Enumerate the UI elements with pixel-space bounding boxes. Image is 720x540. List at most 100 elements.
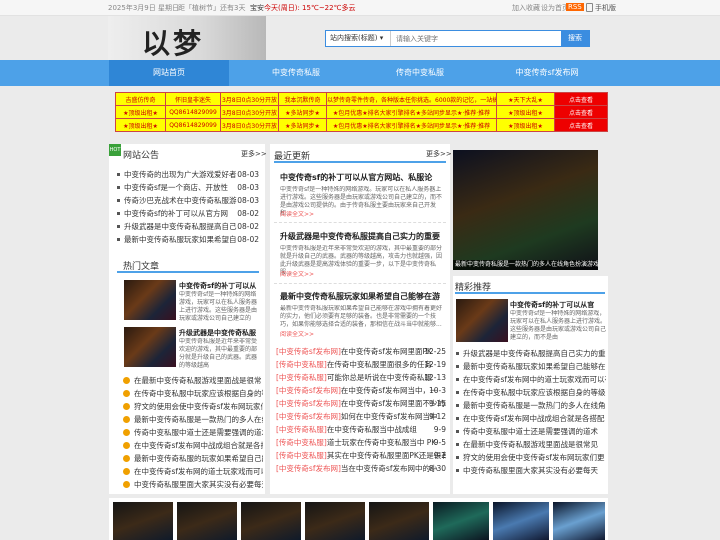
gallery-image[interactable] <box>553 502 605 540</box>
list-item[interactable]: 中变传奇私服里面大家其实没有必要每天 <box>123 478 263 491</box>
ad-cell[interactable]: 点击查看 <box>554 118 608 132</box>
list-item[interactable]: [中变传奇私服]可能你总是听说在中变传奇私服 12-13 <box>276 371 446 384</box>
read-more-link[interactable]: 阅读全文>> <box>280 331 314 339</box>
item-title[interactable]: 在传奇中变私服中玩家应该根据自身的等 <box>134 389 263 398</box>
list-item[interactable]: 升级武器是中变传奇私服提高自己 08-02 <box>117 220 259 233</box>
hot-card-title[interactable]: 中变传奇sf的补丁可以从 <box>179 281 261 291</box>
item-title[interactable]: 最新中变传奇私服玩家如果希望自 <box>124 235 237 244</box>
ad-cell[interactable]: ★包月优惠★排名大家引擎排名★多站同步显示★·推荐·推荐 <box>326 118 497 132</box>
ad-cell[interactable]: 点击查看 <box>554 92 608 106</box>
ad-cell[interactable]: ★顶级出租★ <box>115 105 166 119</box>
gallery-image[interactable] <box>241 502 301 540</box>
item-category[interactable]: [中变传奇sf发布网] <box>276 399 341 408</box>
nav-sf-fabuwang[interactable]: 中变传奇sf发布网 <box>487 60 607 86</box>
featured-card-title[interactable]: 中变传奇sf的补丁可以从官 <box>510 300 606 310</box>
item-category[interactable]: [中变传奇sf发布网] <box>276 464 341 473</box>
list-item[interactable]: 最新中变传奇私服是一款热门的多人在线 <box>123 413 263 426</box>
hot-thumb-2[interactable] <box>124 327 176 367</box>
featured-thumb[interactable] <box>456 299 508 342</box>
news-more-link[interactable]: 更多>> <box>426 149 452 159</box>
item-title[interactable]: 传奇中变私服中道士还是需要强调的道术 <box>134 428 263 437</box>
list-item[interactable]: [传奇中变私服]其实在中变传奇私服里面PK还是很有 9-2 <box>276 449 446 462</box>
item-title[interactable]: 在中变传奇私服当中战成组 <box>327 425 417 434</box>
site-logo[interactable]: 以梦 <box>108 16 266 60</box>
list-item[interactable]: 在最新中变传奇私服游戏里面战是很常 <box>123 374 263 387</box>
ad-cell[interactable]: ★包月优惠★排名大家引擎排名★多站同步显示★·推荐·推荐 <box>326 105 497 119</box>
item-title[interactable]: 在中变传奇sf发布网当中，一 <box>341 386 438 395</box>
list-item[interactable]: 升级武器是中变传奇私服提高自己实力的重 <box>456 347 606 360</box>
item-title[interactable]: 中变传奇私服里面大家其实没有必要每天 <box>463 466 598 475</box>
ad-cell[interactable]: 怀旧皇非迷失 <box>165 92 221 106</box>
ad-cell[interactable]: 以梦传奇零件传奇，各种版本任你挑选。6000款的记忆，一站搞定 <box>326 92 497 106</box>
ad-cell[interactable]: 我本沉默传奇 <box>278 92 327 106</box>
notice-more-link[interactable]: 更多>> <box>241 149 267 159</box>
list-item[interactable]: 传奇中变私服中道士还是需要强调的道术 <box>456 425 606 438</box>
banner-caption[interactable]: 最新中变传奇私服是一款热门的多人在线角色扮演游戏 <box>453 260 598 270</box>
list-item[interactable]: [中变传奇sf发布网]在中变传奇sf发布网当中，一 10-3 <box>276 384 446 397</box>
item-title[interactable]: 升级武器是中变传奇私服提高自己 <box>124 222 237 231</box>
ad-cell[interactable]: QQ8614829099 <box>165 105 221 119</box>
list-item[interactable]: 在中变传奇sf发布网中战成组合就是各搭 <box>123 439 263 452</box>
hot-card-title[interactable]: 升级武器是中变传奇私服 <box>179 328 261 338</box>
item-title[interactable]: 在中变传奇sf发布网中的道士玩家戏而可以有 <box>463 375 606 384</box>
search-button[interactable]: 搜索 <box>561 31 589 46</box>
read-more-link[interactable]: 阅读全文>> <box>280 211 314 219</box>
mobile-link[interactable]: 手机版 <box>595 3 616 13</box>
gallery-image[interactable] <box>305 502 365 540</box>
gallery-image[interactable] <box>113 502 173 540</box>
item-title[interactable]: 最新中变传奇私服玩家如果希望自己能够在 <box>463 362 606 371</box>
item-title[interactable]: 在中变传奇sf发布网中战成组合就是各搭 <box>134 441 263 450</box>
list-item[interactable]: 最新中变传奇私服玩家如果希望自己能够在 <box>456 360 606 373</box>
item-title[interactable]: 中变传奇私服里面大家其实没有必要每天 <box>134 480 263 489</box>
list-item[interactable]: 中变传奇的出现为广大游戏爱好者 08-03 <box>117 168 259 181</box>
item-category[interactable]: [中变传奇sf发布网] <box>276 386 341 395</box>
list-item[interactable]: 传奇沙巴克战术在中变传奇私服游 08-03 <box>117 194 259 207</box>
gallery-image[interactable] <box>177 502 237 540</box>
item-title[interactable]: 在最新中变传奇私服游戏里面战是很常 <box>134 376 262 385</box>
item-category[interactable]: [传奇中变私服] <box>276 451 327 460</box>
news-article-title[interactable]: 升级武器是中变传奇私服提高自己实力的重要 <box>280 231 446 242</box>
list-item[interactable]: [中变传奇sf发布网]当在中变传奇sf发布网中的小 8-30 <box>276 462 446 475</box>
list-item[interactable]: 在最新中变传奇私服游戏里面战是很常见 <box>456 438 606 451</box>
ad-cell[interactable]: ★多站同步★ <box>278 105 327 119</box>
rss-link[interactable]: RSS <box>566 3 584 11</box>
item-title[interactable]: 中变传奇的出现为广大游戏爱好者 <box>124 170 237 179</box>
ad-cell[interactable]: ★顶级出租★ <box>496 118 555 132</box>
search-scope-select[interactable]: 站内搜索(标题) ▾ <box>326 31 391 46</box>
ad-cell[interactable]: 吉盛仿传奇 <box>115 92 166 106</box>
list-item[interactable]: 传奇中变私服中道士还是需要强调的道术 <box>123 426 263 439</box>
list-item[interactable]: 在中变传奇sf发布网中的道士玩家戏而可以有 <box>456 373 606 386</box>
favorite-link[interactable]: 加入收藏 <box>512 3 540 13</box>
list-item[interactable]: 中变传奇sf是一个商店、开放性 08-03 <box>117 181 259 194</box>
item-category[interactable]: [传奇中变私服] <box>276 438 327 447</box>
item-title[interactable]: 在传奇中变私服里面很多的任务 <box>327 360 432 369</box>
list-item[interactable]: [传奇中变私服]在传奇中变私服里面很多的任务 12-19 <box>276 358 446 371</box>
gallery-image[interactable] <box>433 502 489 540</box>
item-category[interactable]: [中变传奇私服] <box>276 425 327 434</box>
list-item[interactable]: 在传奇中变私服中玩家应该根据自身的等 <box>123 387 263 400</box>
ad-cell[interactable]: ★天下大乱★ <box>496 92 555 106</box>
list-item[interactable]: 在中变传奇sf发布网中战成组合就是各搭配 <box>456 412 606 425</box>
ad-cell[interactable]: ★顶级出租★ <box>115 118 166 132</box>
list-item[interactable]: [中变传奇私服]在中变传奇私服当中战成组 9-9 <box>276 423 446 436</box>
item-title[interactable]: 最新中变传奇私服是一款热门的多人在线 <box>134 415 263 424</box>
list-item[interactable]: 最新中变传奇私服玩家如果希望自 08-02 <box>117 233 259 246</box>
hot-thumb-1[interactable] <box>124 280 176 320</box>
item-title[interactable]: 狩文的使用会使中变传奇sf发布网玩家们 <box>134 402 263 411</box>
item-category[interactable]: [中变传奇sf发布网] <box>276 412 341 421</box>
read-more-link[interactable]: 阅读全文>> <box>280 271 314 279</box>
item-title[interactable]: 最新中变传奇私服的玩家如果希望自己能够 <box>134 454 263 463</box>
nav-zhongbian-sifu[interactable]: 中变传奇私服 <box>236 60 356 86</box>
list-item[interactable]: 在中变传奇sf发布网的道士玩家戏而可以有 <box>123 465 263 478</box>
item-title[interactable]: 传奇中变私服中道士还是需要强调的道术 <box>463 427 598 436</box>
item-title[interactable]: 其实在中变传奇私服里面PK还是很有 <box>327 451 446 460</box>
ad-cell[interactable]: 3月8日0点30分开放 <box>220 92 279 106</box>
item-title[interactable]: 在中变传奇sf发布网中战成组合就是各搭配 <box>463 414 605 423</box>
list-item[interactable]: 最新中变传奇私服的玩家如果希望自己能够 <box>123 452 263 465</box>
item-title[interactable]: 中变传奇sf的补丁可以从官方网 <box>124 209 228 218</box>
item-title[interactable]: 在中变传奇sf发布网的道士玩家戏而可以有 <box>134 467 263 476</box>
item-title[interactable]: 在最新中变传奇私服游戏里面战是很常见 <box>463 440 598 449</box>
item-title[interactable]: 在中变传奇sf发布网里面PK <box>341 347 432 356</box>
list-item[interactable]: [中变传奇sf发布网]在中变传奇sf发布网里面PK 12-25 <box>276 345 446 358</box>
ad-cell[interactable]: 3月8日0点30分开放 <box>220 105 279 119</box>
